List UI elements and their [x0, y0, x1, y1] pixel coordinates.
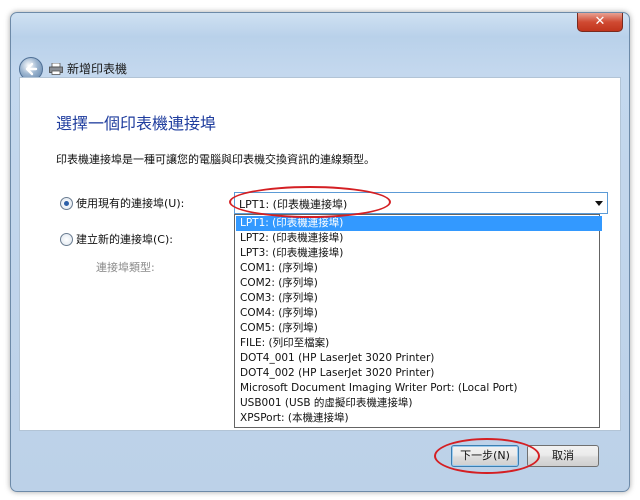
port-option[interactable]: DOT4_002 (HP LaserJet 3020 Printer): [236, 366, 602, 381]
port-option[interactable]: COM5: (序列埠): [236, 321, 602, 336]
port-option[interactable]: XPSPort: (本機連接埠): [236, 411, 602, 426]
port-option[interactable]: COM4: (序列埠): [236, 306, 602, 321]
page-title: 選擇一個印表機連接埠: [56, 114, 217, 133]
back-arrow-icon: [25, 62, 38, 76]
port-option[interactable]: FILE: (列印至檔案): [236, 336, 602, 351]
port-option[interactable]: USB001 (USB 的虛擬印表機連接埠): [236, 396, 602, 411]
port-dropdown-list: LPT1: (印表機連接埠) LPT2: (印表機連接埠) LPT3: (印表機…: [234, 214, 602, 428]
window-title: 新增印表機: [67, 62, 128, 76]
add-printer-window: ✕ 新增印表機 選擇一個印表機連接埠 印表機連接埠是一種可讓您的電腦與印表機交換…: [10, 12, 630, 492]
port-option[interactable]: COM2: (序列埠): [236, 276, 602, 291]
chevron-down-icon[interactable]: [590, 193, 607, 213]
create-new-port-label[interactable]: 建立新的連接埠(C):: [76, 231, 173, 247]
port-option[interactable]: COM1: (序列埠): [236, 261, 602, 276]
close-button[interactable]: ✕: [577, 13, 623, 32]
close-icon: ✕: [594, 14, 606, 29]
use-existing-port-radio[interactable]: [60, 197, 73, 210]
create-new-port-radio[interactable]: [60, 233, 73, 246]
port-option[interactable]: LPT2: (印表機連接埠): [236, 231, 602, 246]
port-option[interactable]: LPT1: (印表機連接埠): [236, 216, 602, 231]
printer-icon: [49, 63, 63, 75]
port-option[interactable]: LPT3: (印表機連接埠): [236, 246, 602, 261]
page-description: 印表機連接埠是一種可讓您的電腦與印表機交換資訊的連線類型。: [56, 153, 375, 166]
title-bar: ✕: [11, 13, 629, 41]
port-type-label: 連接埠類型:: [96, 261, 155, 274]
port-option[interactable]: Microsoft Document Imaging Writer Port: …: [236, 381, 602, 396]
use-existing-port-label[interactable]: 使用現有的連接埠(U):: [76, 195, 184, 211]
nav-bar: 新增印表機: [11, 41, 629, 81]
annotation-circle-port: [229, 186, 391, 218]
port-option[interactable]: COM3: (序列埠): [236, 291, 602, 306]
annotation-circle-next: [434, 438, 540, 474]
port-option[interactable]: DOT4_001 (HP LaserJet 3020 Printer): [236, 351, 602, 366]
content-panel: 選擇一個印表機連接埠 印表機連接埠是一種可讓您的電腦與印表機交換資訊的連線類型。…: [19, 77, 621, 431]
